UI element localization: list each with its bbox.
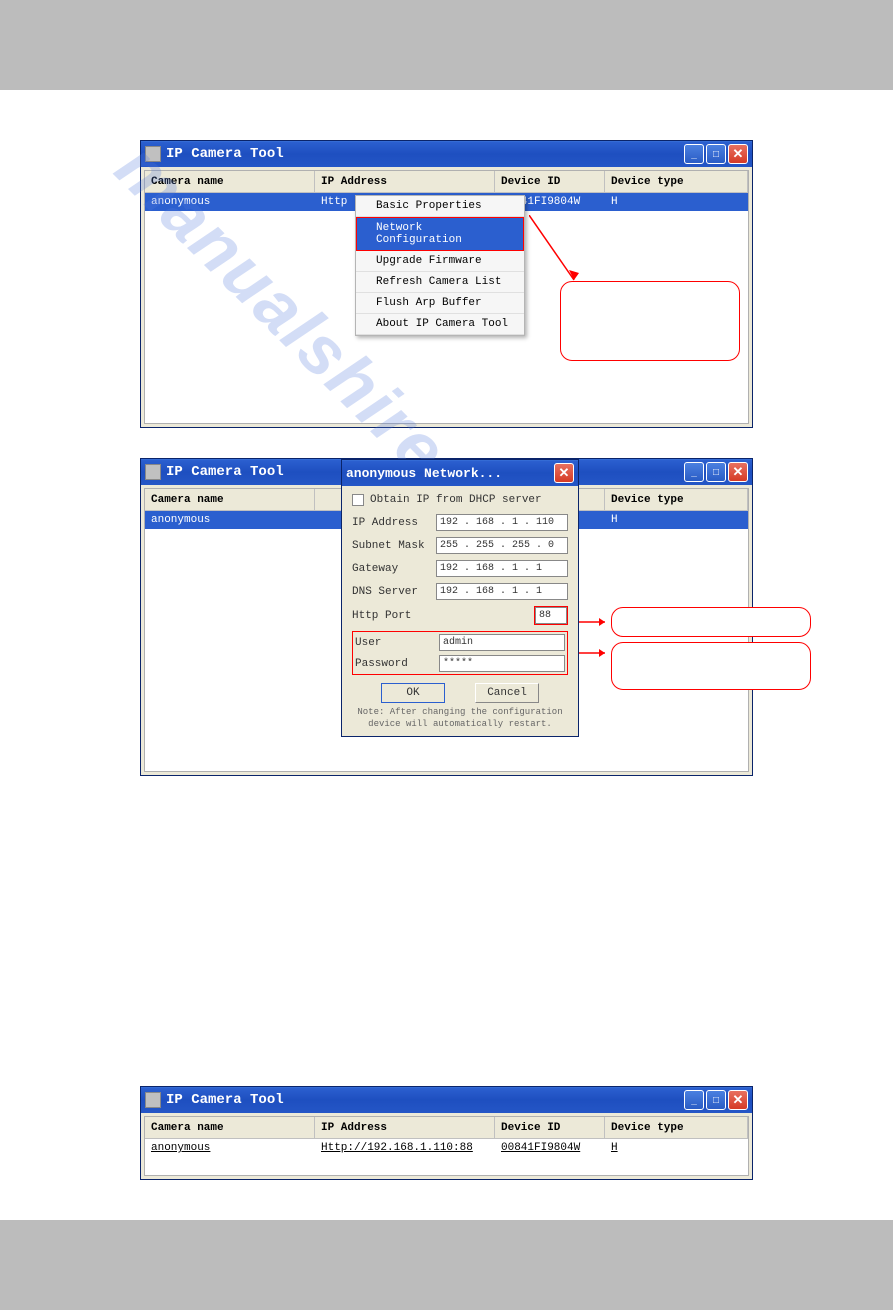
close-button[interactable]: ✕ [728,144,748,164]
cell-camera-name: anonymous [145,514,315,526]
col-ip-address[interactable]: IP Address [315,171,495,192]
ip-camera-tool-window-2: IP Camera Tool _ □ ✕ Camera name ice ID … [140,458,753,776]
ctx-network-configuration[interactable]: Network Configuration [356,217,524,251]
close-button[interactable]: ✕ [728,462,748,482]
col-device-id[interactable]: Device ID [495,1117,605,1138]
dhcp-label: Obtain IP from DHCP server [370,494,542,506]
ctx-about[interactable]: About IP Camera Tool [356,314,524,335]
ctx-flush-arp-buffer[interactable]: Flush Arp Buffer [356,293,524,314]
titlebar[interactable]: IP Camera Tool _ □ ✕ [141,1087,752,1113]
label-port: Http Port [352,610,436,622]
dialog-close-button[interactable]: ✕ [554,463,574,483]
callout-box-port [611,607,811,637]
label-subnet: Subnet Mask [352,540,436,552]
ctx-upgrade-firmware[interactable]: Upgrade Firmware [356,251,524,272]
col-device-type[interactable]: Device type [605,489,748,510]
port-field[interactable]: 88 [535,607,567,624]
cell-camera-name: anonymous [145,196,315,208]
maximize-button[interactable]: □ [706,144,726,164]
ip-camera-tool-window-3: IP Camera Tool _ □ ✕ Camera name IP Addr… [140,1086,753,1180]
pass-field[interactable]: ***** [439,655,565,672]
window-icon [145,1092,161,1108]
arrow-icon [575,647,615,659]
window-icon [145,146,161,162]
checkbox-icon[interactable] [352,494,364,506]
ip-camera-tool-window-1: IP Camera Tool _ □ ✕ Camera name IP Addr… [140,140,753,428]
window-title: IP Camera Tool [166,1092,684,1108]
minimize-button[interactable]: _ [684,462,704,482]
cell-camera-name: anonymous [145,1142,315,1154]
minimize-button[interactable]: _ [684,1090,704,1110]
column-headers: Camera name IP Address Device ID Device … [145,1117,748,1139]
col-camera-name[interactable]: Camera name [145,1117,315,1138]
dialog-title: anonymous Network... [346,466,554,481]
cell-ip: Http://192.168.1.110:88 [315,1142,495,1154]
window-icon [145,464,161,480]
cell-device-type: H [605,514,748,526]
col-camera-name[interactable]: Camera name [145,489,315,510]
camera-row[interactable]: anonymous Http://192.168.1.110:88 00841F… [145,1139,748,1157]
col-ip-address[interactable]: IP Address [315,1117,495,1138]
ip-field[interactable]: 192 . 168 . 1 . 110 [436,514,568,531]
maximize-button[interactable]: □ [706,1090,726,1110]
cell-device-id: 00841FI9804W [495,1142,605,1154]
subnet-field[interactable]: 255 . 255 . 255 . 0 [436,537,568,554]
col-device-type[interactable]: Device type [605,171,748,192]
dns-field[interactable]: 192 . 168 . 1 . 1 [436,583,568,600]
cancel-button[interactable]: Cancel [475,683,539,703]
label-dns: DNS Server [352,586,436,598]
ctx-basic-properties[interactable]: Basic Properties [356,196,524,217]
cell-device-type: H [605,1142,748,1154]
maximize-button[interactable]: □ [706,462,726,482]
context-menu: Basic Properties Network Configuration U… [355,195,525,336]
col-camera-name[interactable]: Camera name [145,171,315,192]
dhcp-checkbox-row[interactable]: Obtain IP from DHCP server [352,494,568,506]
spacer [140,806,753,1086]
arrow-icon [575,616,615,628]
col-device-type[interactable]: Device type [605,1117,748,1138]
page-footer-band [0,1220,893,1310]
titlebar[interactable]: IP Camera Tool _ □ ✕ [141,141,752,167]
gateway-field[interactable]: 192 . 168 . 1 . 1 [436,560,568,577]
page-header-band [0,0,893,90]
window-title: IP Camera Tool [166,146,684,162]
column-headers: Camera name IP Address Device ID Device … [145,171,748,193]
callout-box-auth [611,642,811,690]
col-device-id[interactable]: Device ID [495,171,605,192]
close-button[interactable]: ✕ [728,1090,748,1110]
cell-device-type: H [605,196,748,208]
label-user: User [355,637,439,649]
network-config-dialog: anonymous Network... ✕ Obtain IP from DH… [341,459,579,737]
dialog-note: Note: After changing the configuration d… [352,707,568,730]
dialog-titlebar[interactable]: anonymous Network... ✕ [342,460,578,486]
label-pass: Password [355,658,439,670]
label-ip: IP Address [352,517,436,529]
label-gateway: Gateway [352,563,436,575]
arrow-icon [529,215,589,295]
ok-button[interactable]: OK [381,683,445,703]
minimize-button[interactable]: _ [684,144,704,164]
user-field[interactable]: admin [439,634,565,651]
ctx-refresh-camera-list[interactable]: Refresh Camera List [356,272,524,293]
